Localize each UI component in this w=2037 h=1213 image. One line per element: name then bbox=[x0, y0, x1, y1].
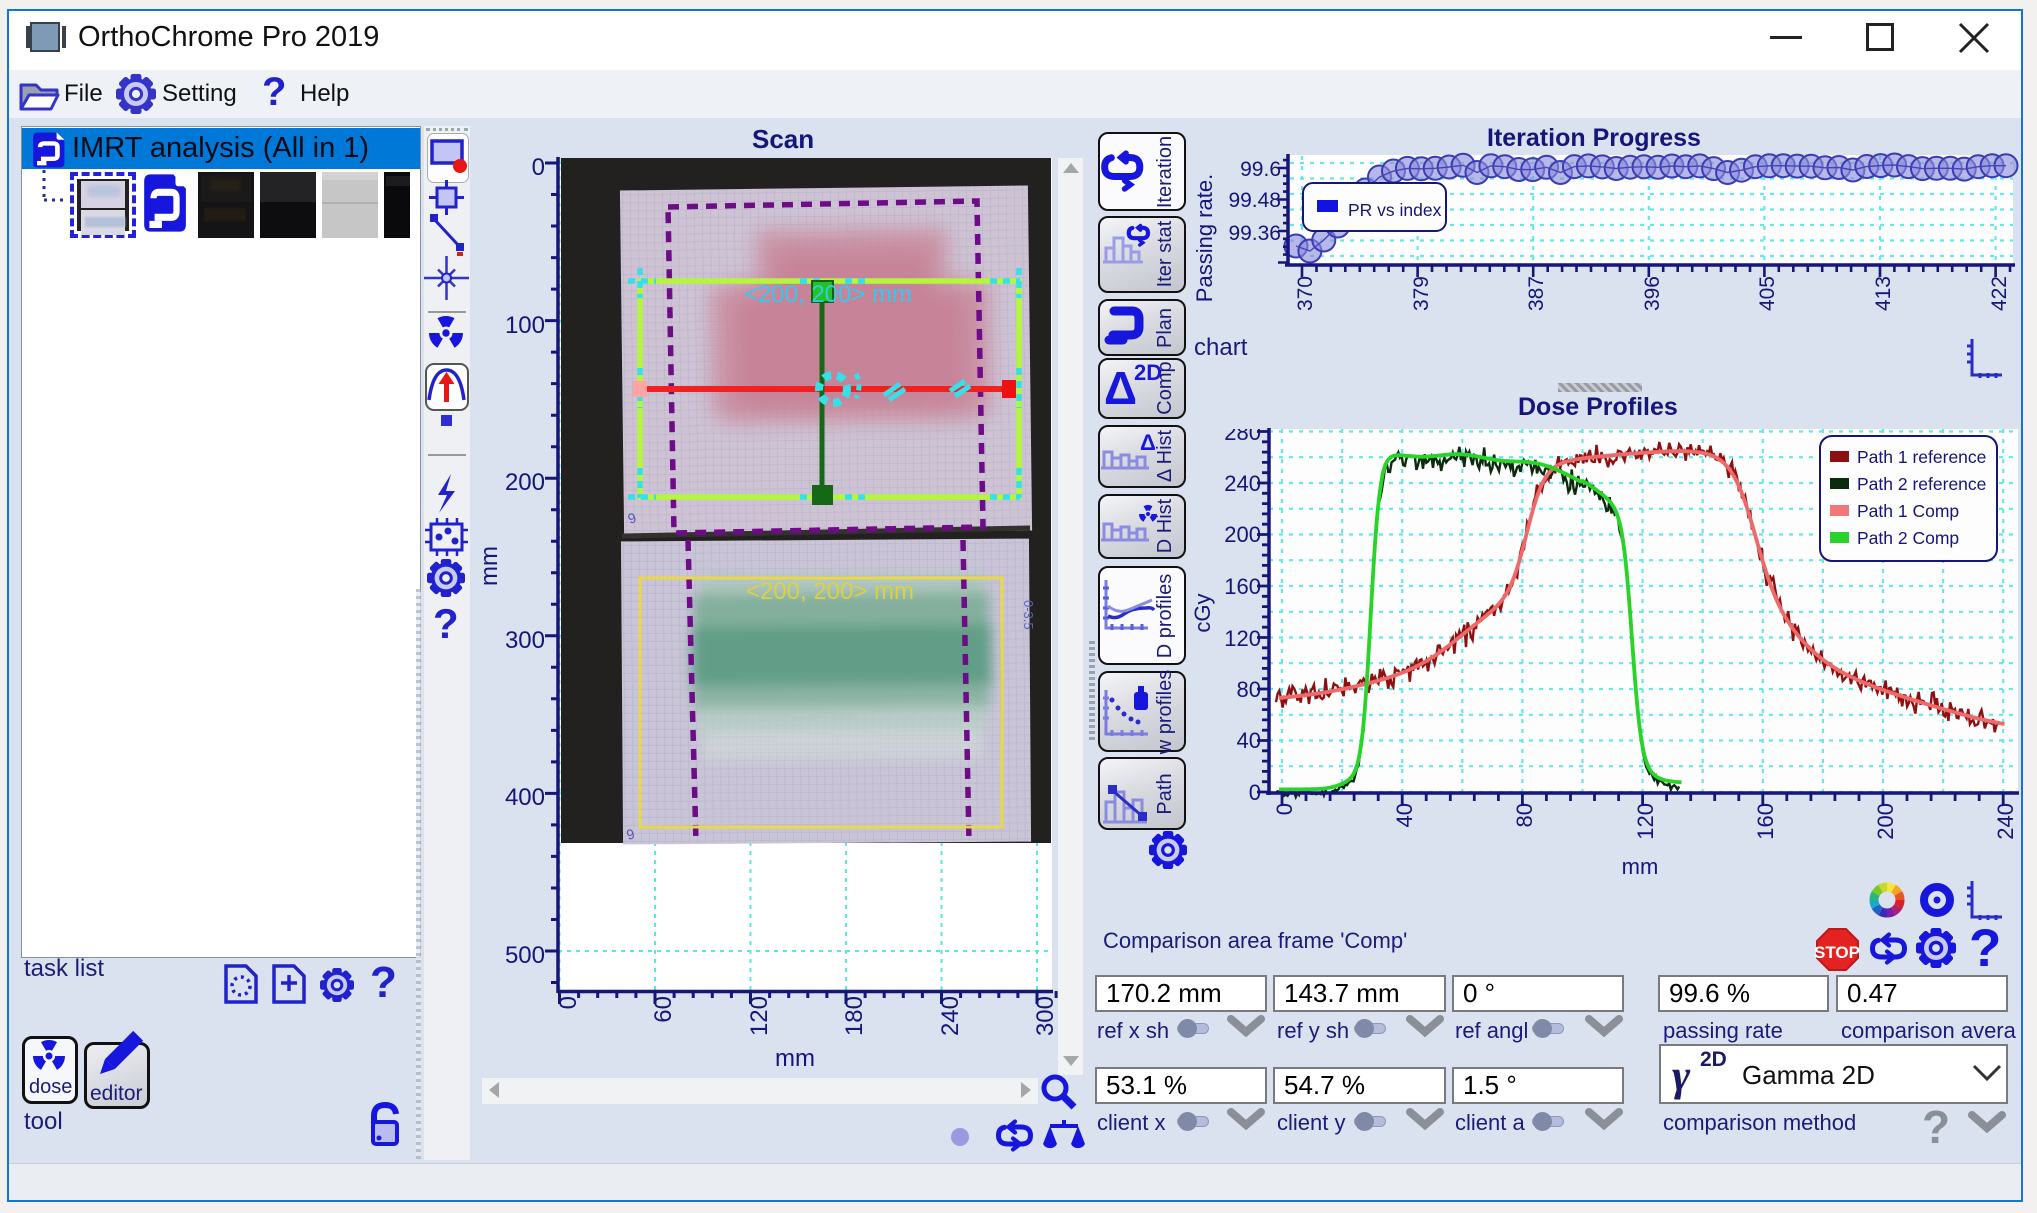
svg-text:STOP: STOP bbox=[1814, 943, 1860, 962]
